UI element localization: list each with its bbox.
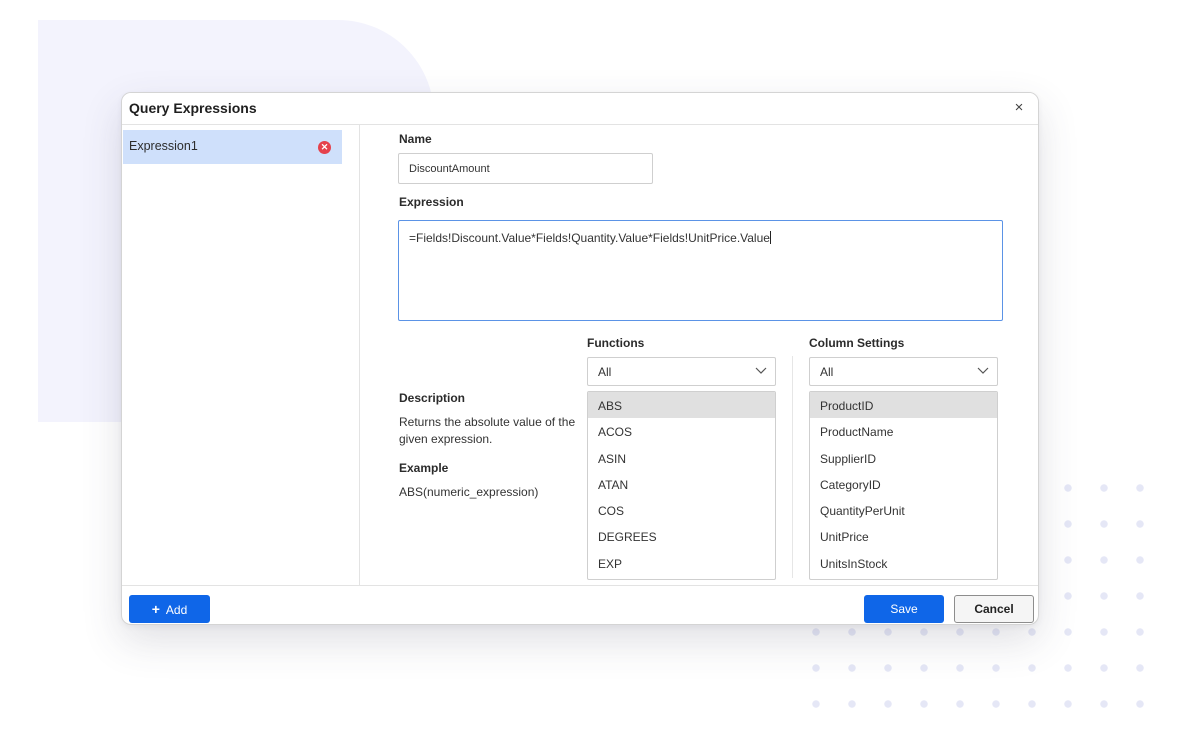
dialog-title: Query Expressions — [129, 100, 257, 116]
column-divider — [792, 356, 793, 578]
column-settings-label: Column Settings — [809, 336, 905, 350]
function-item[interactable]: ACOS — [588, 418, 775, 444]
name-input[interactable]: DiscountAmount — [398, 153, 653, 184]
function-item[interactable]: ASIN — [588, 445, 775, 471]
functions-label: Functions — [587, 336, 645, 350]
function-item[interactable]: ABS — [588, 392, 775, 419]
description-heading: Description — [399, 391, 466, 405]
expression-text: =Fields!Discount.Value*Fields!Quantity.V… — [409, 231, 770, 245]
column-item[interactable]: QuantityPerUnit — [810, 497, 997, 523]
add-button-label: Add — [165, 603, 188, 617]
expression-textarea[interactable]: =Fields!Discount.Value*Fields!Quantity.V… — [398, 220, 1003, 321]
functions-filter-dropdown[interactable]: All — [587, 357, 776, 386]
function-item[interactable]: COS — [588, 497, 775, 523]
dialog-footer: + Add Save Cancel — [122, 585, 1038, 624]
text-caret — [769, 231, 771, 244]
example-heading: Example — [399, 461, 449, 475]
example-text: ABS(numeric_expression) — [399, 485, 539, 499]
function-item[interactable]: DEGREES — [588, 523, 775, 549]
chevron-down-icon — [755, 367, 767, 374]
name-label: Name — [399, 132, 432, 146]
chevron-down-icon — [977, 367, 989, 374]
expression-label: Expression — [399, 195, 464, 209]
cancel-button[interactable]: Cancel — [954, 595, 1034, 623]
expression-list-item-label: Expression1 — [129, 139, 198, 153]
remove-circle-icon[interactable]: ✕ — [318, 141, 331, 154]
column-item[interactable]: UnitPrice — [810, 523, 997, 549]
close-icon[interactable]: × — [1012, 100, 1026, 115]
query-expressions-dialog: Query Expressions × Expression1 ✕ Name D… — [121, 92, 1039, 625]
functions-filter-value: All — [598, 365, 612, 379]
column-item[interactable]: CategoryID — [810, 471, 997, 497]
functions-list: ABS ACOS ASIN ATAN COS DEGREES EXP — [587, 391, 776, 580]
column-settings-filter-value: All — [820, 365, 834, 379]
column-item[interactable]: SupplierID — [810, 445, 997, 471]
column-settings-list: ProductID ProductName SupplierID Categor… — [809, 391, 998, 580]
column-item[interactable]: ProductName — [810, 418, 997, 444]
plus-icon: + — [151, 601, 160, 617]
dialog-header: Query Expressions × — [122, 93, 1038, 125]
save-button[interactable]: Save — [864, 595, 944, 623]
expression-list-item[interactable]: Expression1 ✕ — [123, 130, 342, 164]
expression-list: Expression1 ✕ — [122, 125, 360, 585]
description-text: Returns the absolute value of the given … — [399, 415, 576, 446]
column-item[interactable]: UnitsInStock — [810, 550, 997, 576]
column-item[interactable]: ProductID — [810, 392, 997, 419]
function-item[interactable]: EXP — [588, 550, 775, 576]
column-settings-filter-dropdown[interactable]: All — [809, 357, 998, 386]
add-expression-button[interactable]: + Add — [129, 595, 210, 623]
function-item[interactable]: ATAN — [588, 471, 775, 497]
